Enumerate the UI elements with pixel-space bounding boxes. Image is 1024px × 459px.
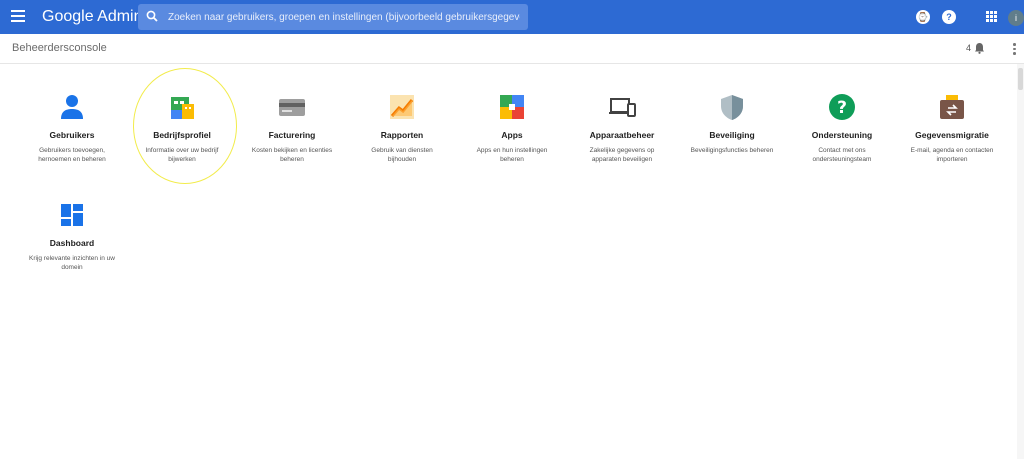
tile-title: Apps xyxy=(501,130,523,140)
tile-description: Krijg relevante inzichten in uw domein xyxy=(29,255,115,271)
tile-title: Gegevensmigratie xyxy=(915,130,989,140)
tile-description: Kosten bekijken en licenties beheren xyxy=(251,147,333,163)
help-circle-icon: ? xyxy=(829,94,855,120)
tile-apps[interactable]: Apps Apps en hun instellingen beheren xyxy=(462,92,562,164)
tile-facturering[interactable]: Facturering Kosten bekijken en licenties… xyxy=(242,92,342,164)
console-header: Beheerdersconsole 4 xyxy=(0,34,1024,64)
search-input[interactable] xyxy=(168,4,520,30)
shield-icon xyxy=(721,95,743,120)
tile-title: Ondersteuning xyxy=(811,130,873,140)
dashboard-icon xyxy=(61,204,83,226)
top-app-bar: Google Admin ⌚ ? i xyxy=(0,0,1024,34)
app-brand[interactable]: Google Admin xyxy=(42,8,143,26)
apps-icon xyxy=(500,95,524,119)
help-icon[interactable]: ? xyxy=(942,10,956,24)
tile-description: Apps en hun instellingen beheren xyxy=(476,147,548,163)
svg-text:?: ? xyxy=(837,98,847,118)
tile-description: Gebruikers toevoegen, hernoemen en beher… xyxy=(38,147,106,163)
timer-icon[interactable]: ⌚ xyxy=(916,10,930,24)
search-icon xyxy=(146,10,158,22)
tile-title: Beveiliging xyxy=(709,130,755,140)
tile-title: Apparaatbeheer xyxy=(589,130,655,140)
tile-description: Zakelijke gegevens op apparaten beveilig… xyxy=(589,147,655,163)
bell-icon[interactable] xyxy=(974,42,985,54)
page-title: Beheerdersconsole xyxy=(12,42,107,54)
scrollbar-track[interactable] xyxy=(1017,64,1024,459)
tile-description: Contact met ons ondersteuningsteam xyxy=(812,147,872,163)
tile-ondersteuning[interactable]: ? Ondersteuning Contact met ons onderste… xyxy=(792,92,892,164)
credit-card-icon xyxy=(279,99,305,116)
data-migration-icon xyxy=(940,95,964,119)
tile-apparaatbeheer[interactable]: Apparaatbeheer Zakelijke gegevens op app… xyxy=(572,92,672,164)
notification-count[interactable]: 4 xyxy=(966,43,971,53)
tile-title: Gebruikers xyxy=(49,130,95,140)
scrollbar-thumb[interactable] xyxy=(1018,68,1023,90)
menu-icon[interactable] xyxy=(11,10,25,22)
user-icon xyxy=(61,95,83,119)
reports-chart-icon xyxy=(390,95,414,119)
tile-title: Dashboard xyxy=(49,238,95,248)
apps-grid-icon[interactable] xyxy=(986,11,997,22)
tile-gebruikers[interactable]: Gebruikers Gebruikers toevoegen, hernoem… xyxy=(22,92,122,164)
tile-description: E-mail, agenda en contacten importeren xyxy=(910,147,994,163)
tile-rapporten[interactable]: Rapporten Gebruik van diensten bijhouden xyxy=(352,92,452,164)
tile-title: Facturering xyxy=(268,130,316,140)
devices-icon xyxy=(609,98,636,117)
account-avatar[interactable]: i xyxy=(1008,10,1024,26)
tile-dashboard[interactable]: Dashboard Krijg relevante inzichten in u… xyxy=(22,200,122,272)
highlight-circle xyxy=(133,68,237,184)
search-box[interactable] xyxy=(138,4,528,30)
tile-description: Gebruik van diensten bijhouden xyxy=(371,147,433,163)
tile-beveiliging[interactable]: Beveiliging Beveiligingsfuncties beheren xyxy=(682,92,782,155)
tile-gegevensmigratie[interactable]: Gegevensmigratie E-mail, agenda en conta… xyxy=(902,92,1002,164)
tile-description: Beveiligingsfuncties beheren xyxy=(690,147,774,154)
more-options-icon[interactable] xyxy=(1013,43,1017,57)
tile-title: Rapporten xyxy=(380,130,424,140)
